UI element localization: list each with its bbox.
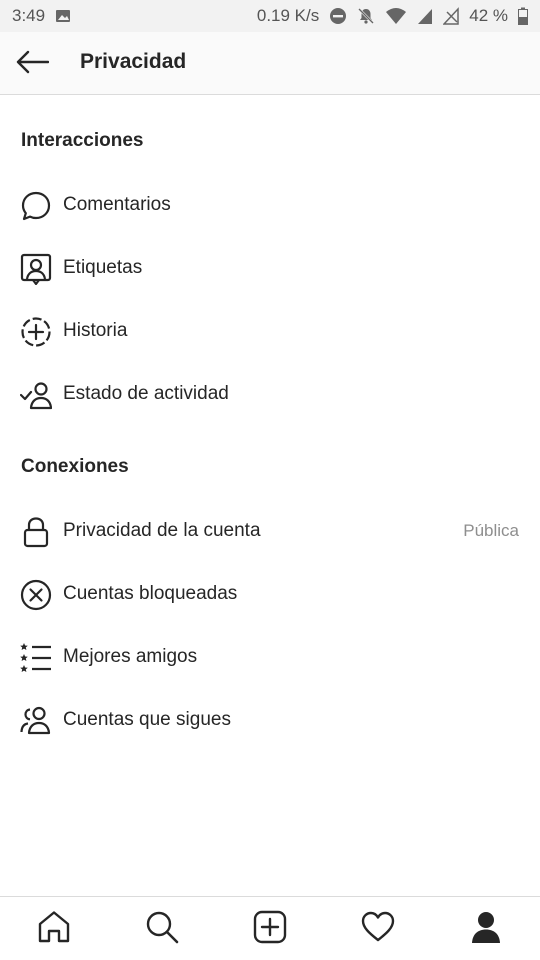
close-friends-list-icon: [20, 642, 52, 674]
new-post-icon: [253, 910, 287, 949]
menu-item-privacidad-cuenta[interactable]: Privacidad de la cuenta Pública: [0, 507, 540, 555]
tab-home[interactable]: [34, 909, 74, 949]
header: Privacidad: [0, 32, 540, 95]
menu-item-label: Cuentas bloqueadas: [63, 583, 238, 604]
status-right: 0.19 K/s 42 %: [257, 6, 528, 26]
comment-icon: [20, 190, 52, 222]
image-notification-icon: [55, 8, 71, 24]
menu-item-mejores-amigos[interactable]: Mejores amigos: [0, 633, 540, 681]
no-sim-signal-icon: [443, 7, 459, 25]
menu-item-label: Estado de actividad: [63, 383, 229, 404]
arrow-left-icon: [15, 50, 50, 79]
menu-item-label: Etiquetas: [63, 257, 143, 278]
menu-item-label: Comentarios: [63, 194, 171, 215]
section-title-interacciones: Interacciones: [21, 130, 144, 151]
notifications-off-icon: [357, 7, 375, 25]
back-button[interactable]: [14, 48, 50, 80]
do-not-disturb-icon: [329, 7, 347, 25]
tab-activity[interactable]: [358, 909, 398, 949]
menu-item-comentarios[interactable]: Comentarios: [0, 181, 540, 229]
battery-percent: 42 %: [469, 6, 508, 25]
wifi-icon: [385, 7, 407, 25]
account-privacy-value: Pública: [463, 521, 519, 540]
network-speed: 0.19 K/s: [256, 6, 320, 25]
menu-item-historia[interactable]: Historia: [0, 307, 540, 355]
story-add-icon: [20, 316, 52, 348]
profile-icon: [469, 910, 503, 949]
menu-item-label: Privacidad de la cuenta: [63, 520, 261, 541]
menu-item-etiquetas[interactable]: Etiquetas: [0, 244, 540, 292]
tab-search[interactable]: [142, 909, 182, 949]
status-bar: 3:49 0.19 K/s 42 %: [0, 0, 540, 32]
heart-icon: [361, 910, 395, 949]
tab-new-post[interactable]: [250, 909, 290, 949]
bottom-tab-bar: [0, 896, 540, 960]
page-title: Privacidad: [80, 50, 187, 73]
cell-signal-icon: [417, 7, 433, 25]
blocked-icon: [20, 579, 52, 611]
menu-item-estado-actividad[interactable]: Estado de actividad: [0, 370, 540, 418]
menu-item-label: Mejores amigos: [63, 646, 198, 667]
activity-status-icon: [20, 379, 52, 411]
menu-item-cuentas-que-sigues[interactable]: Cuentas que sigues: [0, 696, 540, 744]
tag-person-icon: [20, 253, 52, 285]
following-accounts-icon: [20, 705, 52, 737]
search-icon: [145, 910, 179, 949]
lock-icon: [20, 516, 52, 548]
status-time: 3:49: [12, 6, 46, 25]
menu-item-cuentas-bloqueadas[interactable]: Cuentas bloqueadas: [0, 570, 540, 618]
menu-item-label: Cuentas que sigues: [63, 709, 231, 730]
battery-icon: [518, 7, 528, 25]
menu-item-label: Historia: [63, 320, 128, 341]
tab-profile[interactable]: [466, 909, 506, 949]
home-icon: [37, 910, 71, 949]
section-title-conexiones: Conexiones: [21, 456, 129, 477]
